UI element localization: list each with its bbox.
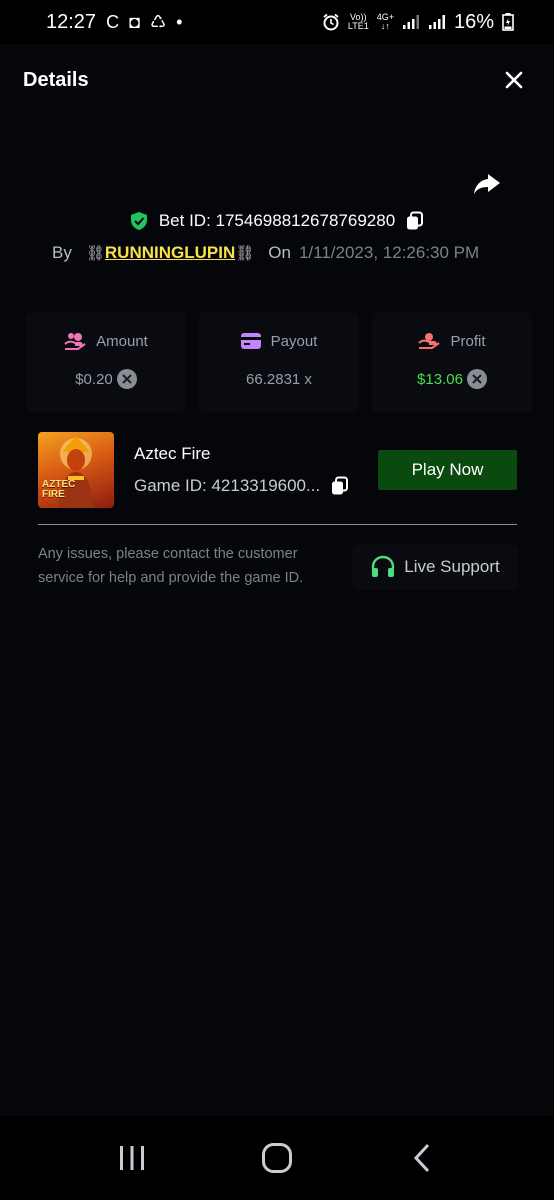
copy-game-id-button[interactable] [330,476,350,496]
network-type-indicator: 4G+ ↓↑ [376,12,394,31]
home-button[interactable] [247,1128,307,1188]
copy-bet-id-button[interactable] [405,211,425,231]
divider [38,524,517,525]
volte-indicator: Vo)) LTE1 [347,12,369,31]
by-label: By [52,243,72,262]
page-title: Details [23,68,89,91]
game-id-row: Game ID: 4213319600... [134,476,350,496]
chain-icon: ⛓ [85,245,105,262]
live-support-label: Live Support [404,557,500,576]
game-name: Aztec Fire [134,444,211,463]
notification-icon: ◘ [129,12,140,32]
copy-icon [332,476,349,495]
stat-value: $13.06 [417,370,463,388]
stat-label: Payout [270,332,318,350]
back-button[interactable] [392,1128,452,1188]
verified-shield-icon [130,212,147,230]
battery-percent: 16% [453,10,494,33]
game-thumb-logo: AZTEC FIRE [42,479,76,500]
headset-icon [372,555,395,577]
details-header: Details [0,44,554,116]
card-icon [240,333,261,349]
on-label: On [268,243,291,262]
signal-2-icon [428,15,445,29]
share-icon [474,174,500,194]
share-status-icon: ♺ [149,12,167,32]
coins-hand-icon [64,333,86,350]
signal-icon [402,15,419,29]
bet-date: 1/11/2023, 12:26:30 PM [298,243,480,262]
bet-stats: Amount $0.20 Payout 66.2831 x Profit $13… [26,312,532,412]
game-id: Game ID: 4213319600... [134,476,321,495]
support-message: Any issues, please contact the customer … [38,546,304,586]
game-row: AZTEC FIRE Aztec Fire Game ID: 421331960… [38,432,518,508]
status-right: Vo)) LTE1 4G+ ↓↑ 16% [322,11,514,34]
live-support-button[interactable]: Live Support [352,544,518,590]
username-link[interactable]: RUNNINGLUPIN [105,243,235,263]
alarm-icon [323,13,339,31]
status-left: 12:27 C ◘ ♺ • [46,11,182,34]
recent-apps-button[interactable] [102,1128,162,1188]
stat-payout: Payout 66.2831 x [199,312,359,412]
status-bar: 12:27 C ◘ ♺ • Vo)) LTE1 4G+ ↓↑ 16% [0,0,554,44]
bet-byline: By ⛓ RUNNINGLUPIN ⛓ On 1/11/2023, 12:26:… [52,240,512,266]
currency-icon [116,369,137,389]
bet-id-row: Bet ID: 1754698812678769280 [0,208,554,234]
copy-icon [407,211,424,230]
more-notifications-dot: • [176,12,183,32]
stat-value: $0.20 [75,370,113,388]
sync-icon: C [106,12,120,32]
close-button[interactable] [500,66,528,94]
stat-amount: Amount $0.20 [26,312,186,412]
home-icon [261,1143,292,1173]
play-now-button[interactable]: Play Now [378,450,517,490]
stat-profit: Profit $13.06 [372,312,532,412]
stat-value: 66.2831 x [246,370,312,388]
recent-apps-icon [120,1146,145,1170]
stat-label: Amount [96,332,148,350]
share-button[interactable] [472,168,502,198]
game-thumbnail[interactable]: AZTEC FIRE [38,432,114,508]
details-screen: Details Bet ID: 1754698812678769280 By ⛓ [0,44,554,1116]
back-icon [413,1143,429,1173]
bet-id-label: Bet ID: 1754698812678769280 [158,211,396,230]
profit-hand-icon [418,333,441,349]
android-nav-bar [0,1116,554,1200]
close-icon [505,71,523,89]
stat-label: Profit [450,332,486,350]
currency-icon [466,369,487,389]
status-time: 12:27 [46,10,97,33]
battery-icon [502,13,514,31]
chain-icon: ⛓ [235,245,255,262]
